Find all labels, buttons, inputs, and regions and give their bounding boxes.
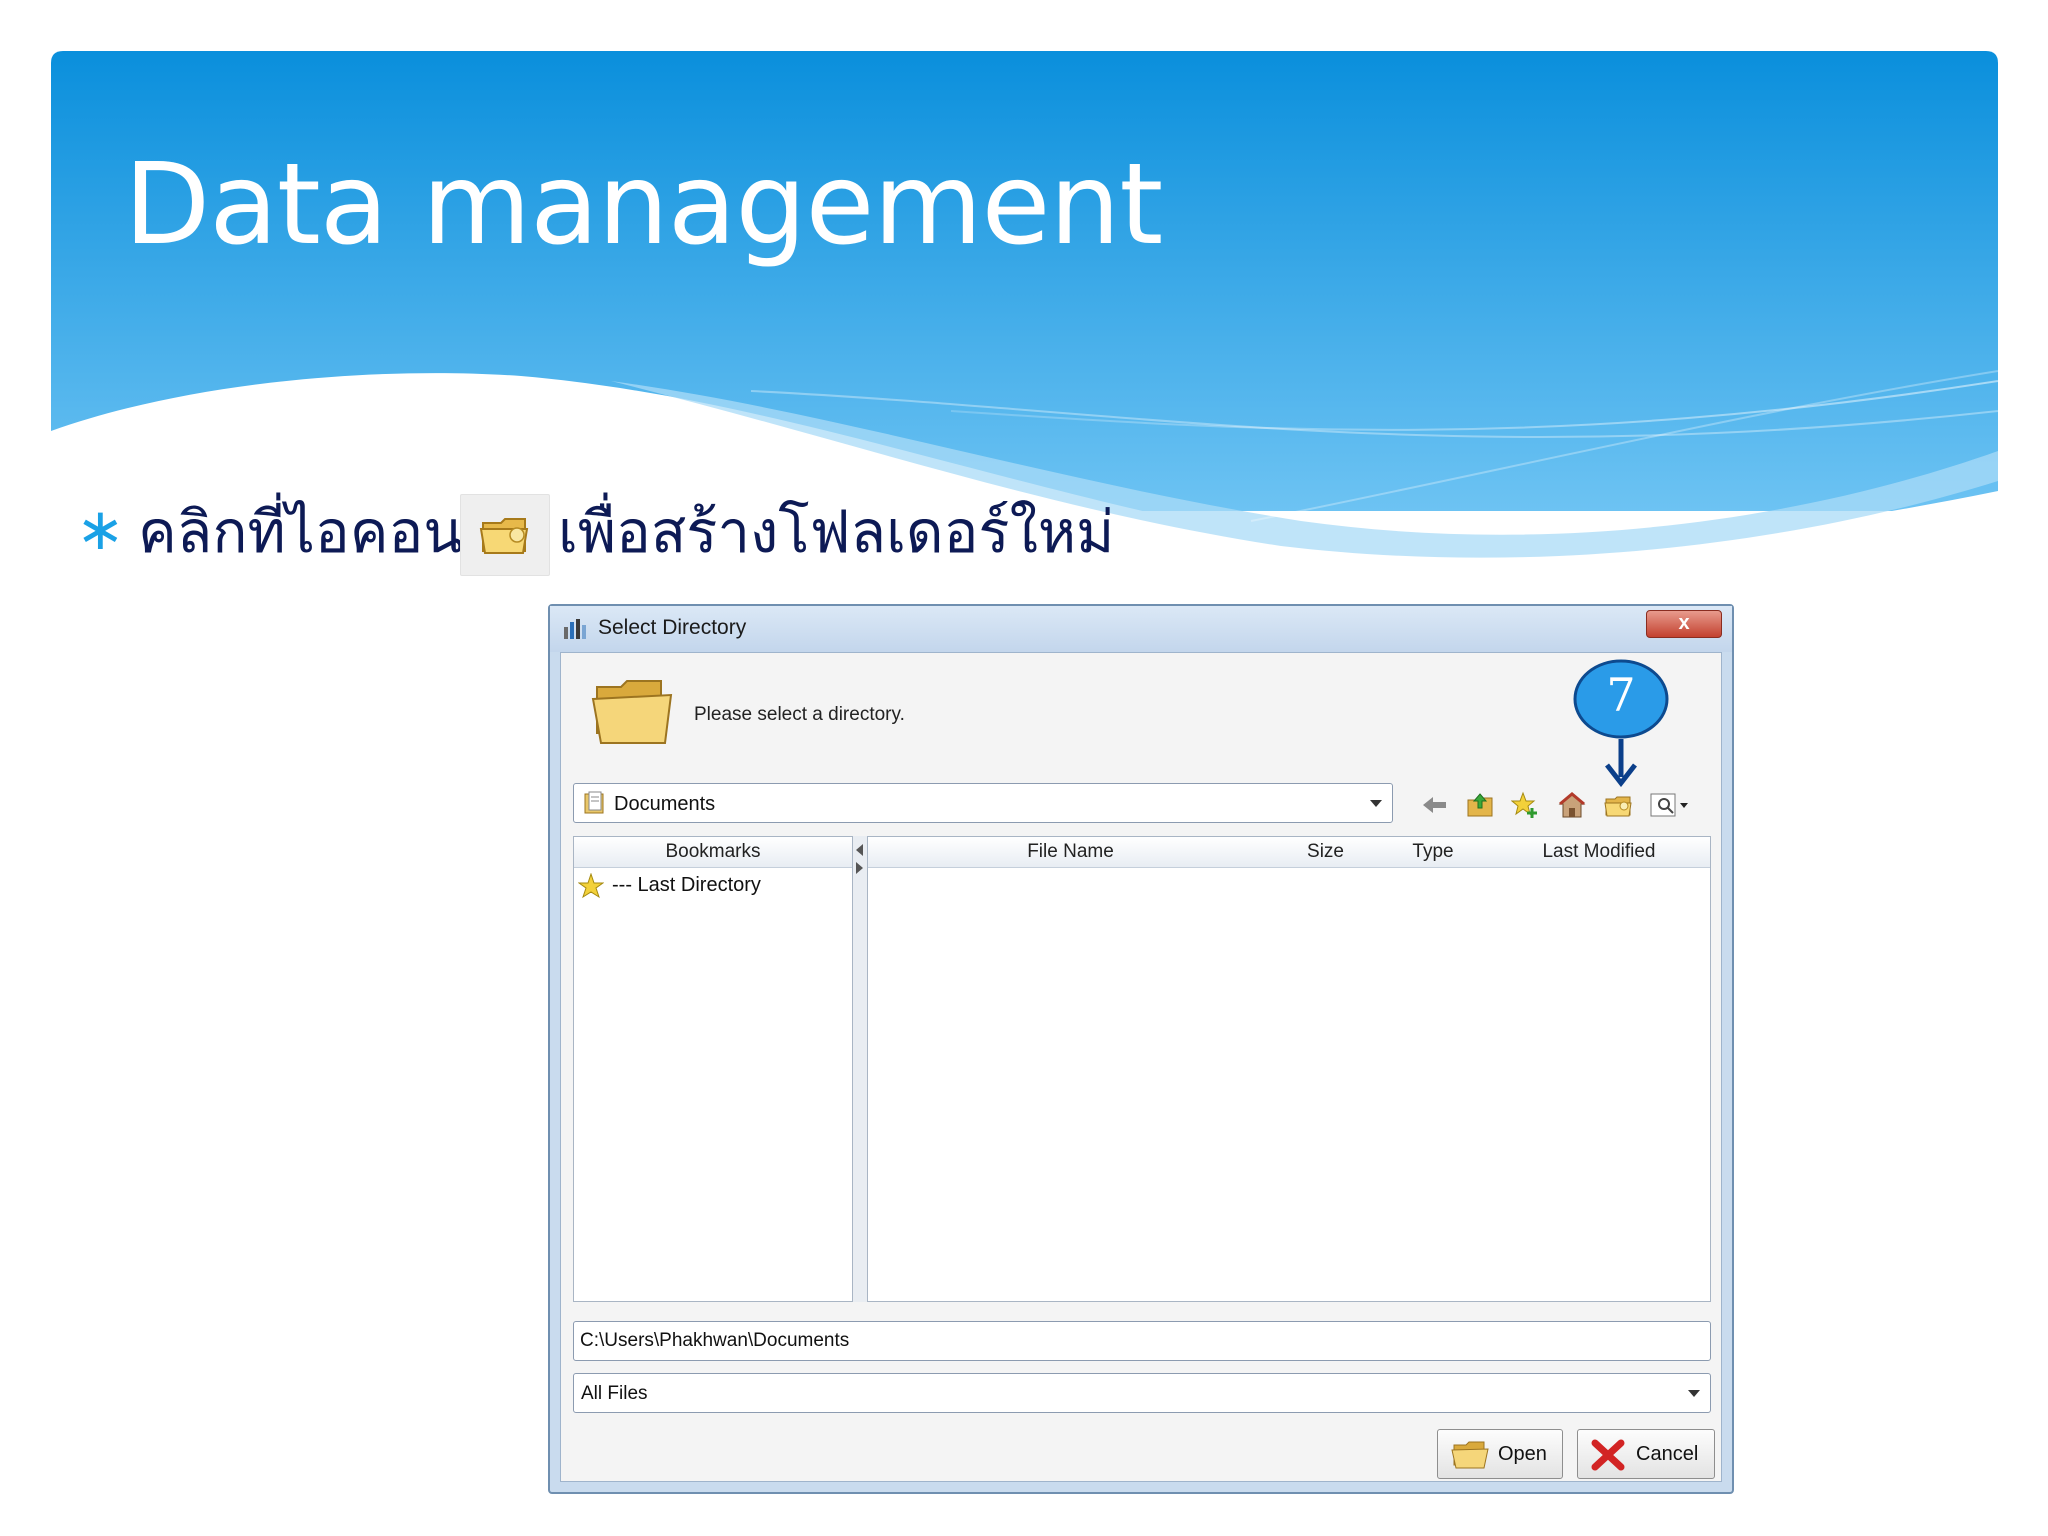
step-number: 7	[1606, 668, 1636, 722]
add-bookmark-icon[interactable]	[1511, 790, 1541, 820]
dialog-title: Select Directory	[598, 616, 747, 639]
back-arrow-icon[interactable]	[1419, 790, 1449, 820]
view-details-icon[interactable]	[1649, 790, 1688, 820]
panel-splitter[interactable]	[853, 836, 867, 1302]
file-list-table: File Name Size Type Last Modified	[867, 836, 1711, 1302]
chevron-down-icon[interactable]	[1688, 1390, 1700, 1397]
open-label: Open	[1498, 1443, 1547, 1465]
cancel-label: Cancel	[1636, 1443, 1699, 1465]
bookmarks-panel: Bookmarks --- Last Directory	[573, 836, 853, 1302]
dialog-titlebar[interactable]: Select Directory x	[550, 606, 1732, 652]
slide: Data management ∗ คลิกที่ไอคอน เพื่อสร้า…	[0, 0, 2048, 1536]
dialog-body: Please select a directory. 7 Documents B…	[560, 652, 1722, 1482]
select-directory-dialog: Select Directory x Please select a direc…	[548, 604, 1734, 1494]
column-header-last-modified[interactable]: Last Modified	[1488, 837, 1710, 868]
slide-title: Data management	[124, 140, 1163, 270]
app-icon	[562, 617, 588, 641]
dialog-prompt: Please select a directory.	[694, 704, 905, 725]
documents-folder-icon	[583, 791, 607, 820]
collapse-left-icon[interactable]	[856, 844, 863, 856]
path-input[interactable]	[573, 1321, 1711, 1361]
chevron-down-icon[interactable]	[1370, 800, 1382, 807]
new-folder-icon	[460, 494, 550, 576]
home-icon[interactable]	[1557, 790, 1587, 820]
bookmark-label: --- Last Directory	[612, 874, 761, 896]
instruction-text-after: เพื่อสร้างโฟลเดอร์ใหม่	[558, 498, 1115, 566]
bookmarks-header[interactable]: Bookmarks	[574, 837, 852, 868]
column-header-type[interactable]: Type	[1378, 837, 1488, 868]
column-header-file-name[interactable]: File Name	[868, 837, 1273, 868]
bullet-star-icon: ∗	[76, 495, 125, 563]
close-button[interactable]: x	[1646, 610, 1722, 638]
folder-icon	[591, 677, 673, 752]
folder-up-icon[interactable]	[1465, 790, 1495, 820]
collapse-right-icon[interactable]	[856, 862, 863, 874]
open-folder-icon	[1450, 1439, 1490, 1477]
star-icon	[577, 872, 605, 904]
column-header-size[interactable]: Size	[1273, 837, 1378, 868]
location-value: Documents	[614, 793, 716, 815]
new-folder-icon[interactable]	[1603, 790, 1633, 820]
instruction-text-before: คลิกที่ไอคอน	[138, 498, 463, 566]
instruction-bullet: ∗ คลิกที่ไอคอน เพื่อสร้างโฟลเดอร์ใหม่	[76, 492, 1176, 582]
step-number-callout: 7	[1573, 657, 1669, 787]
file-filter-dropdown[interactable]: All Files	[573, 1373, 1711, 1413]
cancel-button[interactable]: Cancel	[1577, 1429, 1715, 1479]
file-filter-value: All Files	[581, 1383, 648, 1404]
location-dropdown[interactable]: Documents	[573, 783, 1393, 823]
red-x-icon	[1590, 1439, 1626, 1477]
open-button[interactable]: Open	[1437, 1429, 1563, 1479]
